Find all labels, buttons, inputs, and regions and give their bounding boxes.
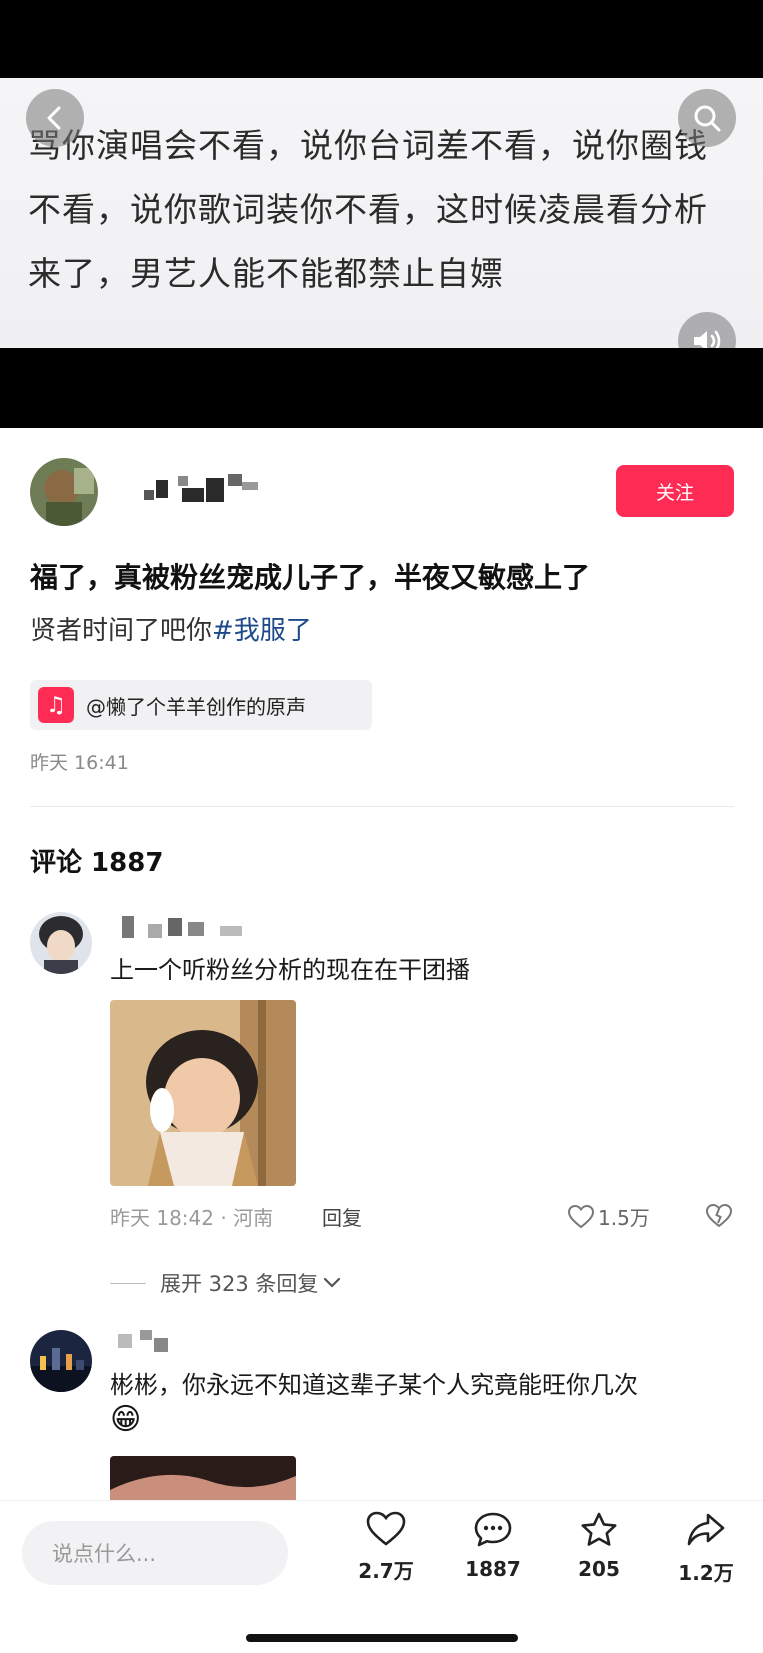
comment-image[interactable] bbox=[110, 1000, 296, 1186]
reply-button[interactable]: 回复 bbox=[322, 1202, 362, 1231]
share-count: 1.2万 bbox=[678, 1561, 734, 1585]
comment-input[interactable]: 说点什么... bbox=[22, 1521, 288, 1585]
music-note-icon: ♫ bbox=[38, 687, 74, 723]
search-button[interactable] bbox=[678, 89, 736, 147]
grin-emoji: 😁 bbox=[110, 1402, 142, 1437]
hashtag-link[interactable]: #我服了 bbox=[212, 616, 312, 646]
commenter-name-redacted[interactable] bbox=[118, 1330, 198, 1352]
comment-dislike-button[interactable] bbox=[705, 1203, 733, 1232]
music-label: @懒了个羊羊创作的原声 bbox=[86, 694, 306, 719]
expand-replies-button[interactable]: 展开 323 条回复 bbox=[110, 1268, 342, 1298]
music-chip[interactable]: ♫ @懒了个羊羊创作的原声 bbox=[30, 680, 372, 730]
comment-avatar[interactable] bbox=[30, 1330, 92, 1392]
comment-photo bbox=[110, 1456, 296, 1500]
comment-avatar[interactable] bbox=[30, 912, 92, 974]
comment-bubble-icon bbox=[474, 1512, 512, 1547]
comment-like-button[interactable]: 1.5万 bbox=[568, 1202, 650, 1231]
home-indicator bbox=[246, 1634, 518, 1642]
commenter-name-redacted[interactable] bbox=[110, 916, 270, 940]
chevron-left-icon bbox=[47, 106, 61, 130]
bottom-action-bar: 说点什么... 2.7万 1887 205 1.2万 bbox=[0, 1500, 763, 1653]
avatar-image bbox=[30, 1330, 92, 1392]
comment-button[interactable]: 1887 bbox=[448, 1511, 538, 1581]
comment-like-count: 1.5万 bbox=[598, 1206, 650, 1230]
author-avatar[interactable] bbox=[30, 458, 98, 526]
author-name-redacted[interactable] bbox=[144, 474, 274, 504]
comment-photo bbox=[110, 1000, 296, 1186]
like-button[interactable]: 2.7万 bbox=[341, 1511, 431, 1584]
post-subtitle: 贤者时间了吧你 bbox=[30, 616, 213, 646]
favorite-button[interactable]: 205 bbox=[554, 1511, 644, 1581]
comment-meta: 昨天 18:42 · 河南 bbox=[110, 1206, 274, 1230]
avatar-image bbox=[30, 458, 98, 526]
post-time: 昨天 16:41 bbox=[30, 752, 129, 774]
comment-text: 上一个听粉丝分析的现在在干团播 bbox=[110, 956, 470, 984]
comment-text: 彬彬，你永远不知道这辈子某个人究竟能旺你几次 bbox=[110, 1371, 638, 1399]
avatar-image bbox=[30, 912, 92, 974]
share-button[interactable]: 1.2万 bbox=[661, 1511, 751, 1586]
star-icon bbox=[581, 1512, 617, 1546]
broken-heart-icon bbox=[705, 1203, 733, 1228]
video-top-bar bbox=[0, 0, 763, 78]
post-title: 福了，真被粉丝宠成儿子了，半夜又敏感上了 bbox=[30, 561, 591, 594]
comment-image[interactable] bbox=[110, 1456, 296, 1500]
favorite-count: 205 bbox=[578, 1557, 620, 1581]
comments-header: 评论 1887 bbox=[30, 848, 164, 878]
chevron-down-icon bbox=[324, 1277, 341, 1288]
comment-count: 1887 bbox=[465, 1557, 521, 1581]
heart-icon bbox=[366, 1511, 406, 1546]
follow-button[interactable]: 关注 bbox=[616, 465, 734, 517]
video-caption: 骂你演唱会不看，说你台词差不看，说你圈钱不看，说你歌词装你不看，这时候凌晨看分析… bbox=[28, 126, 708, 293]
divider bbox=[30, 806, 734, 807]
video-bottom-bar bbox=[0, 348, 763, 428]
expand-line bbox=[110, 1282, 146, 1284]
share-arrow-icon bbox=[687, 1513, 725, 1546]
heart-icon bbox=[568, 1204, 594, 1228]
search-icon bbox=[694, 105, 721, 132]
like-count: 2.7万 bbox=[358, 1559, 414, 1583]
video-player[interactable]: 骂你演唱会不看，说你台词差不看，说你圈钱不看，说你歌词装你不看，这时候凌晨看分析… bbox=[0, 78, 763, 348]
back-button[interactable] bbox=[26, 89, 84, 147]
expand-replies-label: 展开 323 条回复 bbox=[160, 1272, 319, 1296]
post-description: 贤者时间了吧你#我服了 bbox=[30, 610, 312, 647]
